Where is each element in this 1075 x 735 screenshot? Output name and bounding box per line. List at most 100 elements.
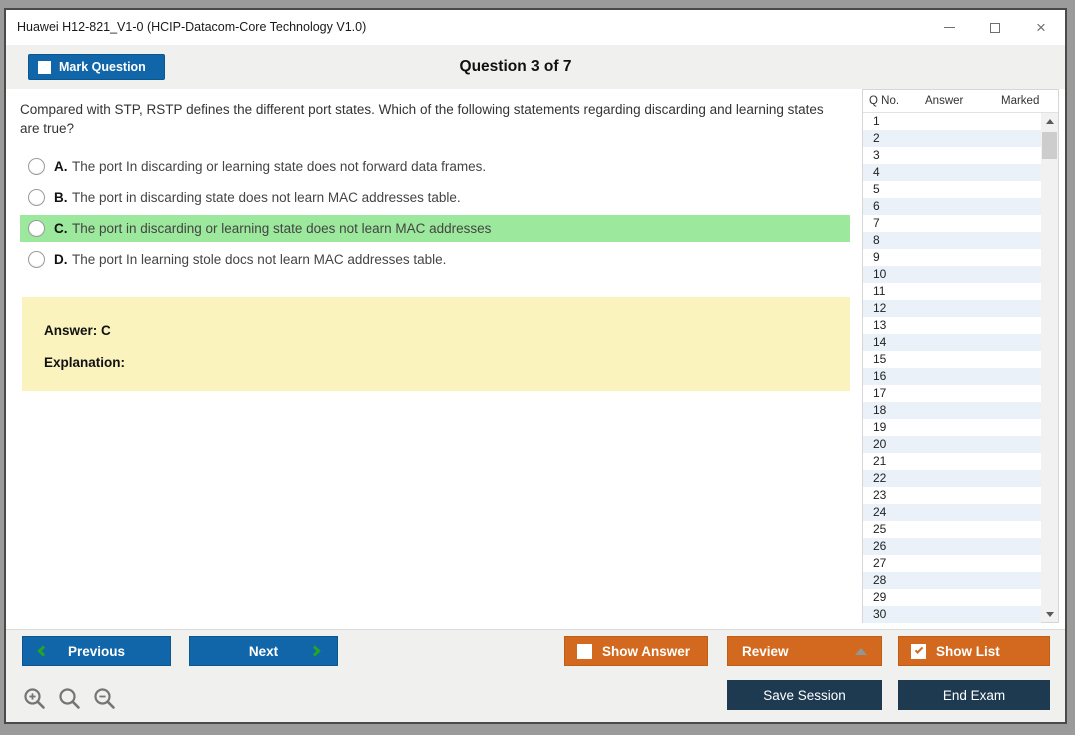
question-list-row[interactable]: 26 (863, 538, 1041, 555)
column-header-marked: Marked (1001, 95, 1040, 107)
question-number: 25 (873, 522, 887, 536)
minimize-button[interactable] (941, 20, 957, 36)
triangle-up-icon (855, 648, 867, 655)
show-list-checkbox[interactable] (911, 643, 926, 659)
scroll-up-icon (1045, 118, 1054, 124)
option-text: The port In learning stole docs not lear… (71, 251, 447, 267)
chevron-right-icon (309, 645, 321, 657)
question-number: 4 (873, 165, 880, 179)
column-header-qno: Q No. (869, 95, 900, 107)
question-number: 19 (873, 420, 887, 434)
question-list-row[interactable]: 7 (863, 215, 1041, 232)
question-list-row[interactable]: 6 (863, 198, 1041, 215)
question-list-header: Q No. Answer Marked (863, 90, 1058, 113)
show-list-label: Show List (936, 643, 1000, 659)
question-list-row[interactable]: 14 (863, 334, 1041, 351)
question-number: 28 (873, 573, 887, 587)
question-list-row[interactable]: 24 (863, 504, 1041, 521)
question-number: 18 (873, 403, 887, 417)
question-list-row[interactable]: 1 (863, 113, 1041, 130)
question-list-row[interactable]: 23 (863, 487, 1041, 504)
question-number: 7 (873, 216, 880, 230)
zoom-out-icon[interactable] (92, 686, 118, 712)
question-list-row[interactable]: 9 (863, 249, 1041, 266)
question-number: 2 (873, 131, 880, 145)
end-exam-label: End Exam (942, 687, 1006, 703)
scroll-thumb[interactable] (1042, 132, 1057, 159)
question-list-row[interactable]: 12 (863, 300, 1041, 317)
main-area: Compared with STP, RSTP defines the diff… (6, 89, 1065, 629)
question-list-row[interactable]: 21 (863, 453, 1041, 470)
chevron-left-icon (37, 645, 49, 657)
question-list-row[interactable]: 19 (863, 419, 1041, 436)
column-header-answer: Answer (925, 95, 964, 107)
question-list-row[interactable]: 18 (863, 402, 1041, 419)
question-list-row[interactable]: 17 (863, 385, 1041, 402)
question-number: 1 (873, 114, 880, 128)
question-number: 30 (873, 607, 887, 621)
minimize-icon (943, 27, 955, 28)
option-b[interactable]: B. The port in discarding state does not… (20, 184, 850, 211)
question-list-row[interactable]: 2 (863, 130, 1041, 147)
question-number: 8 (873, 233, 880, 247)
question-list-row[interactable]: 27 (863, 555, 1041, 572)
maximize-button[interactable] (987, 20, 1003, 36)
option-d[interactable]: D. The port In learning stole docs not l… (20, 246, 850, 273)
scroll-up-button[interactable] (1041, 113, 1058, 129)
question-number: 10 (873, 267, 887, 281)
show-list-button[interactable]: Show List (898, 636, 1050, 666)
check-icon (914, 645, 923, 654)
option-letter: D. (54, 251, 68, 267)
question-number: 14 (873, 335, 887, 349)
question-list-row[interactable]: 16 (863, 368, 1041, 385)
question-list-row[interactable]: 3 (863, 147, 1041, 164)
option-c-radio[interactable] (28, 220, 45, 237)
option-c[interactable]: C. The port in discarding or learning st… (20, 215, 850, 242)
option-b-radio[interactable] (28, 189, 45, 206)
show-answer-button[interactable]: Show Answer (564, 636, 708, 666)
question-list-row[interactable]: 15 (863, 351, 1041, 368)
question-list-row[interactable]: 29 (863, 589, 1041, 606)
question-list-row[interactable]: 4 (863, 164, 1041, 181)
show-answer-checkbox[interactable] (577, 643, 592, 659)
question-list-scrollbar[interactable] (1041, 113, 1058, 622)
question-number: 15 (873, 352, 887, 366)
question-list-row[interactable]: 22 (863, 470, 1041, 487)
option-letter: C. (54, 220, 68, 236)
zoom-reset-icon[interactable] (57, 686, 83, 712)
close-button[interactable]: × (1033, 19, 1049, 36)
previous-button[interactable]: Previous (22, 636, 171, 666)
zoom-in-icon[interactable] (22, 686, 48, 712)
question-list-row[interactable]: 5 (863, 181, 1041, 198)
question-list-row[interactable]: 25 (863, 521, 1041, 538)
options-list: A. The port In discarding or learning st… (20, 153, 850, 277)
question-number: 16 (873, 369, 887, 383)
question-number: 13 (873, 318, 887, 332)
next-label: Next (248, 643, 279, 659)
question-number: 24 (873, 505, 887, 519)
question-list-row[interactable]: 30 (863, 606, 1041, 623)
question-list-row[interactable]: 8 (863, 232, 1041, 249)
explanation-label: Explanation: (44, 355, 126, 370)
option-a[interactable]: A. The port In discarding or learning st… (20, 153, 850, 180)
question-list-row[interactable]: 10 (863, 266, 1041, 283)
save-session-label: Save Session (763, 687, 846, 703)
next-button[interactable]: Next (189, 636, 338, 666)
titlebar: Huawei H12-821_V1-0 (HCIP-Datacom-Core T… (6, 10, 1065, 45)
end-exam-button[interactable]: End Exam (898, 680, 1050, 710)
scroll-down-icon (1045, 611, 1054, 617)
option-a-radio[interactable] (28, 158, 45, 175)
save-session-button[interactable]: Save Session (727, 680, 882, 710)
question-number: 6 (873, 199, 880, 213)
app-window: Huawei H12-821_V1-0 (HCIP-Datacom-Core T… (4, 8, 1067, 724)
question-text: Compared with STP, RSTP defines the diff… (20, 102, 824, 136)
review-button[interactable]: Review (727, 636, 882, 666)
question-number: 20 (873, 437, 887, 451)
question-list-row[interactable]: 13 (863, 317, 1041, 334)
scroll-down-button[interactable] (1041, 606, 1058, 622)
question-list-row[interactable]: 20 (863, 436, 1041, 453)
option-letter: A. (54, 158, 68, 174)
option-d-radio[interactable] (28, 251, 45, 268)
question-list-row[interactable]: 28 (863, 572, 1041, 589)
question-list-row[interactable]: 11 (863, 283, 1041, 300)
